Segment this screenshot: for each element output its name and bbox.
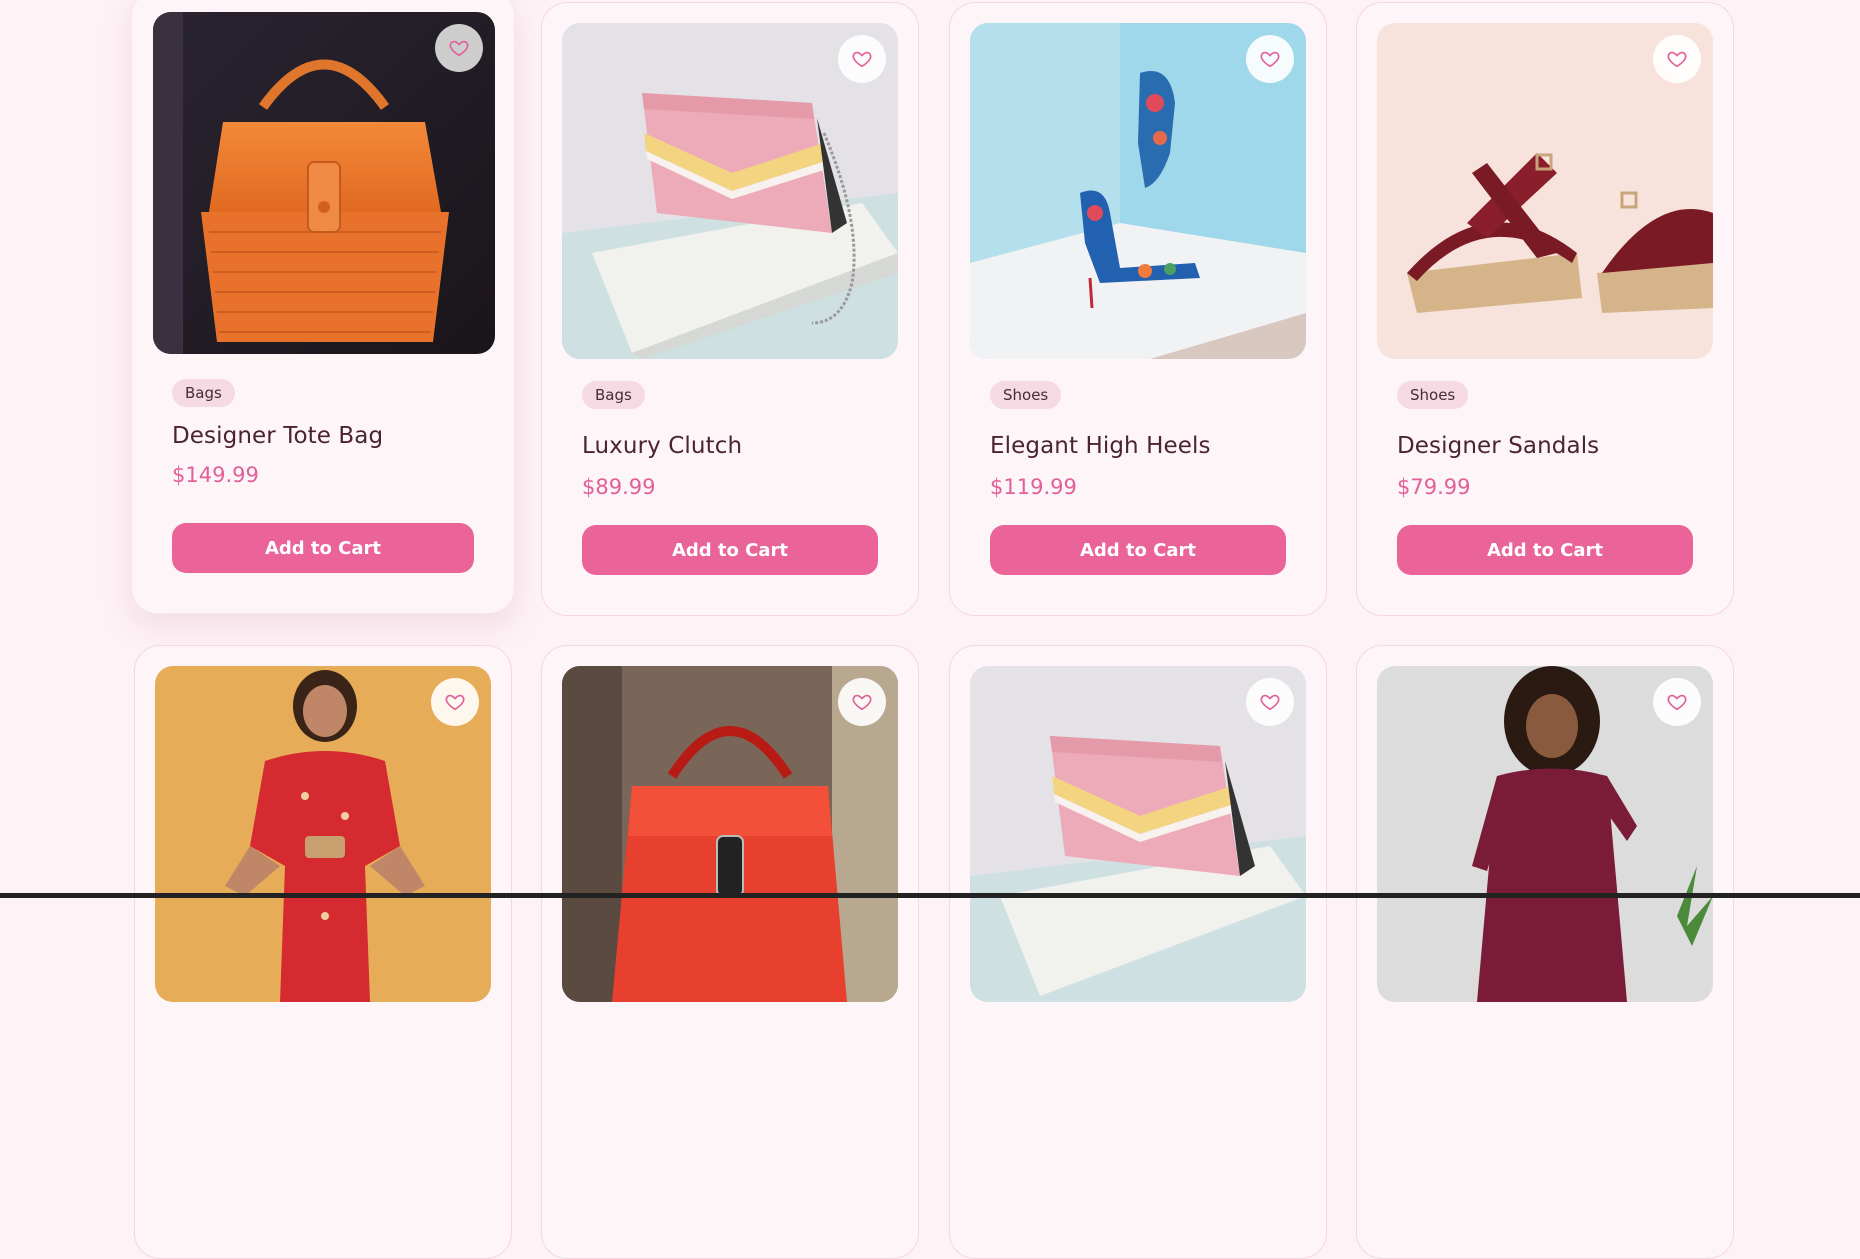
product-card[interactable]: Bags Designer Tote Bag $149.99 Add to Ca…	[131, 0, 515, 614]
heart-outline-icon	[1667, 51, 1687, 68]
heart-outline-icon	[445, 694, 465, 711]
favorite-button[interactable]	[838, 35, 886, 83]
favorite-button[interactable]	[1246, 35, 1294, 83]
product-name: Luxury Clutch	[582, 433, 743, 459]
add-to-cart-button[interactable]: Add to Cart	[990, 525, 1286, 575]
product-price: $119.99	[990, 475, 1077, 499]
product-card[interactable]: Bags Luxury Clutch $89.99 Add to Cart	[541, 2, 919, 616]
heart-outline-icon	[852, 694, 872, 711]
favorite-button[interactable]	[435, 24, 483, 72]
product-card[interactable]: Shoes Elegant High Heels $119.99 Add to …	[949, 2, 1327, 616]
product-image[interactable]	[562, 666, 898, 1002]
product-image[interactable]	[1377, 23, 1713, 359]
product-price: $89.99	[582, 475, 656, 499]
product-card[interactable]	[1356, 645, 1734, 1259]
favorite-button[interactable]	[838, 678, 886, 726]
product-name: Designer Tote Bag	[172, 423, 384, 449]
heart-outline-icon	[1260, 51, 1280, 68]
favorite-button[interactable]	[1246, 678, 1294, 726]
add-to-cart-button[interactable]: Add to Cart	[582, 525, 878, 575]
favorite-button[interactable]	[1653, 678, 1701, 726]
product-price: $149.99	[172, 463, 259, 487]
category-badge: Shoes	[990, 381, 1062, 409]
add-to-cart-button[interactable]: Add to Cart	[172, 523, 474, 573]
heart-outline-icon	[1667, 694, 1687, 711]
product-name: Elegant High Heels	[990, 433, 1211, 459]
product-name: Designer Sandals	[1397, 433, 1600, 459]
product-image[interactable]	[1377, 666, 1713, 1002]
product-card[interactable]: Shoes Designer Sandals $79.99 Add to Car…	[1356, 2, 1734, 616]
favorite-button[interactable]	[1653, 35, 1701, 83]
window-bottom-edge	[0, 893, 1860, 898]
product-image[interactable]	[153, 12, 495, 354]
product-image[interactable]	[970, 666, 1306, 1002]
add-to-cart-button[interactable]: Add to Cart	[1397, 525, 1693, 575]
product-card[interactable]	[949, 645, 1327, 1259]
product-image[interactable]	[970, 23, 1306, 359]
favorite-button[interactable]	[431, 678, 479, 726]
category-badge: Bags	[172, 379, 235, 407]
heart-outline-icon	[449, 40, 469, 57]
heart-outline-icon	[852, 51, 872, 68]
category-badge: Shoes	[1397, 381, 1469, 409]
product-price: $79.99	[1397, 475, 1471, 499]
product-image[interactable]	[155, 666, 491, 1002]
product-image[interactable]	[562, 23, 898, 359]
category-badge: Bags	[582, 381, 645, 409]
product-card[interactable]	[134, 645, 512, 1259]
product-card[interactable]	[541, 645, 919, 1259]
heart-outline-icon	[1260, 694, 1280, 711]
